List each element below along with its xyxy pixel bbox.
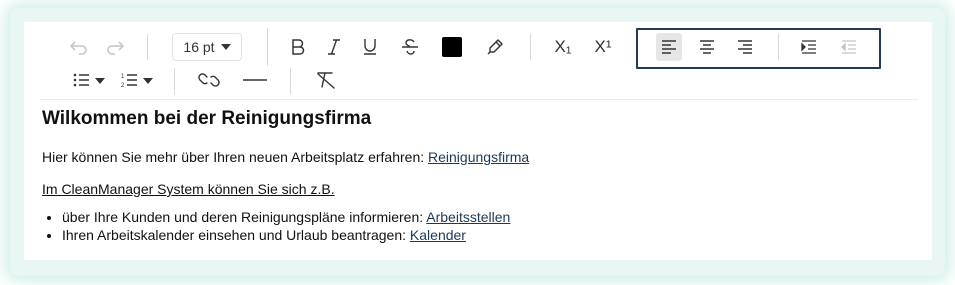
- kalender-link[interactable]: Kalender: [410, 227, 466, 243]
- toolbar-separator: [267, 28, 268, 66]
- outdent-icon: [841, 40, 856, 54]
- reinigungsfirma-link[interactable]: Reinigungsfirma: [428, 149, 529, 165]
- superscript-button[interactable]: X¹: [590, 33, 616, 61]
- bold-icon: [292, 39, 305, 55]
- toolbar-separator: [290, 68, 291, 94]
- text-color-button[interactable]: [440, 33, 464, 61]
- list-item-text: über Ihre Kunden und deren Reinigungsplä…: [62, 209, 427, 225]
- rich-text-editor: 16 pt X₁ X¹ 12 Wilkommen bei der Reinigu…: [24, 22, 932, 260]
- toolbar-separator: [778, 34, 779, 60]
- indent-button[interactable]: [796, 33, 822, 61]
- align-center-icon: [700, 40, 714, 54]
- align-left-button[interactable]: [656, 33, 682, 61]
- subscript-button[interactable]: X₁: [550, 33, 576, 61]
- bullet-list-icon: [73, 73, 105, 87]
- link-button[interactable]: [196, 66, 222, 94]
- highlighter-icon: [487, 39, 503, 55]
- redo-button[interactable]: [102, 33, 128, 61]
- subscript-label: X₁: [554, 37, 572, 56]
- strikethrough-icon: [402, 39, 418, 55]
- numbered-list-icon: 12: [121, 74, 153, 88]
- font-size-value: 16 pt: [183, 39, 215, 55]
- horizontal-rule-button[interactable]: [240, 66, 270, 94]
- intro-text: Hier können Sie mehr über Ihren neuen Ar…: [42, 149, 429, 165]
- undo-icon: [69, 41, 87, 55]
- align-right-button[interactable]: [732, 33, 758, 61]
- horizontal-rule-icon: [243, 79, 267, 81]
- list-item-text: Ihren Arbeitskalender einsehen und Urlau…: [62, 227, 410, 243]
- font-size-select[interactable]: 16 pt: [172, 33, 242, 61]
- list-item: Ihren Arbeitskalender einsehen und Urlau…: [62, 226, 912, 244]
- outdent-button[interactable]: [836, 33, 862, 61]
- link-icon: [198, 73, 220, 87]
- text-color-swatch: [442, 37, 462, 57]
- bold-button[interactable]: [286, 33, 310, 61]
- italic-button[interactable]: [322, 33, 346, 61]
- align-left-icon: [662, 40, 676, 54]
- clear-formatting-button[interactable]: [312, 66, 340, 94]
- redo-icon: [107, 41, 125, 55]
- content-heading: Wilkommen bei der Reinigungsfirma: [42, 108, 372, 129]
- highlight-button[interactable]: [482, 33, 508, 61]
- undo-button[interactable]: [66, 33, 92, 61]
- align-right-icon: [738, 40, 752, 54]
- superscript-label: X¹: [594, 37, 612, 56]
- editor-content[interactable]: Wilkommen bei der Reinigungsfirma Hier k…: [42, 106, 912, 244]
- svg-text:2: 2: [121, 83, 125, 88]
- underline-icon: [364, 39, 376, 55]
- list-item: über Ihre Kunden und deren Reinigungsplä…: [62, 208, 912, 226]
- clear-formatting-icon: [317, 72, 335, 89]
- system-paragraph: Im CleanManager System können Sie sich z…: [42, 181, 335, 197]
- underline-button[interactable]: [358, 33, 382, 61]
- svg-text:1: 1: [121, 74, 125, 80]
- toolbar-divider: [40, 99, 918, 100]
- chevron-down-icon: [220, 44, 231, 50]
- toolbar-separator: [174, 68, 175, 94]
- toolbar-separator: [147, 34, 148, 60]
- numbered-list-button[interactable]: 12: [120, 66, 156, 94]
- arbeitsstellen-link[interactable]: Arbeitsstellen: [426, 209, 510, 225]
- indent-icon: [801, 40, 816, 54]
- toolbar-separator: [530, 34, 531, 60]
- align-center-button[interactable]: [694, 33, 720, 61]
- italic-icon: [328, 39, 340, 55]
- bullet-list-button[interactable]: [72, 66, 108, 94]
- features-list: über Ihre Kunden und deren Reinigungsplä…: [42, 208, 912, 244]
- strikethrough-button[interactable]: [398, 33, 422, 61]
- intro-paragraph: Hier können Sie mehr über Ihren neuen Ar…: [42, 148, 912, 166]
